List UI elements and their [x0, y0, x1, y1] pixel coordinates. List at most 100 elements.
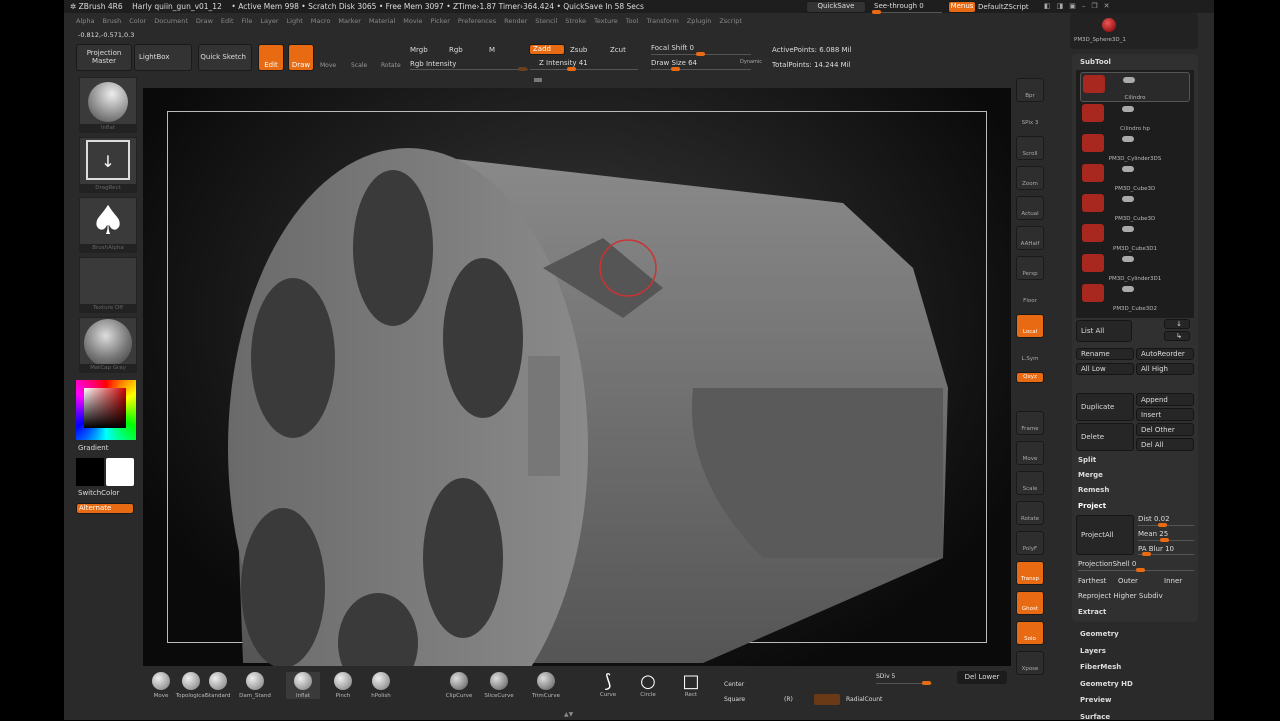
- move-down-button[interactable]: ↓: [1164, 319, 1190, 329]
- maximize-icon[interactable]: ❐: [1091, 2, 1103, 10]
- alpha-thumbnail[interactable]: ♠ BrushAlpha: [79, 197, 137, 253]
- texture-thumbnail[interactable]: Texture Off: [79, 257, 137, 313]
- subtool-item[interactable]: PM3D_Cylinder3D1: [1080, 252, 1190, 282]
- shelf-persp-button[interactable]: Persp: [1016, 256, 1044, 280]
- menu-render[interactable]: Render: [504, 17, 527, 25]
- del-lower-button[interactable]: Del Lower: [957, 671, 1007, 684]
- stroke-curve-button[interactable]: ⟆ Curve: [591, 672, 625, 699]
- shelf-ghost-button[interactable]: Ghost: [1016, 591, 1044, 615]
- rgb-button[interactable]: Rgb: [449, 46, 463, 54]
- minimize-icon[interactable]: –: [1082, 2, 1092, 10]
- visibility-toggle[interactable]: [1122, 256, 1134, 262]
- square-button[interactable]: Square: [724, 696, 745, 703]
- subtool-title[interactable]: SubTool: [1080, 58, 1111, 66]
- stroke-thumbnail[interactable]: ↓ DragRect: [79, 137, 137, 193]
- close-icon[interactable]: ✕: [1104, 2, 1116, 10]
- split-section[interactable]: Split: [1078, 456, 1096, 464]
- quicksave-button[interactable]: QuickSave: [806, 1, 866, 13]
- menu-marker[interactable]: Marker: [338, 17, 360, 25]
- del-all-button[interactable]: Del All: [1136, 438, 1194, 451]
- tool-section-fibermesh[interactable]: FiberMesh: [1080, 663, 1121, 671]
- lightbox-button[interactable]: LightBox: [134, 44, 192, 71]
- tool-section-geometry-hd[interactable]: Geometry HD: [1080, 680, 1133, 688]
- visibility-toggle[interactable]: [1122, 286, 1134, 292]
- menu-movie[interactable]: Movie: [403, 17, 422, 25]
- tool-section-layers[interactable]: Layers: [1080, 647, 1106, 655]
- tool-section-preview[interactable]: Preview: [1080, 696, 1112, 704]
- rotate-button[interactable]: Rotate: [381, 62, 401, 69]
- brush-slicecurve-button[interactable]: SliceCurve: [482, 672, 516, 699]
- zsub-button[interactable]: Zsub: [570, 46, 587, 54]
- inner-button[interactable]: Inner: [1164, 577, 1182, 585]
- duplicate-button[interactable]: Duplicate: [1076, 393, 1134, 421]
- menu-stencil[interactable]: Stencil: [535, 17, 557, 25]
- shelf-local-button[interactable]: Local: [1016, 314, 1044, 338]
- rename-button[interactable]: Rename: [1076, 348, 1134, 360]
- move-return-button[interactable]: ↳: [1164, 331, 1190, 341]
- menu-color[interactable]: Color: [129, 17, 146, 25]
- shelf-polyf-button[interactable]: PolyF: [1016, 531, 1044, 555]
- shelf-transp-button[interactable]: Transp: [1016, 561, 1044, 585]
- subtool-item[interactable]: Cilindro hp: [1080, 102, 1190, 132]
- zadd-button[interactable]: Zadd: [529, 44, 565, 55]
- shelf-floor-button[interactable]: Floor: [1016, 286, 1044, 308]
- stroke-rect-button[interactable]: □ Rect: [674, 672, 708, 699]
- brush-move-button[interactable]: Move: [144, 672, 178, 699]
- all-high-button[interactable]: All High: [1136, 363, 1194, 375]
- lock-icon[interactable]: ▣: [1069, 2, 1082, 10]
- window-controls[interactable]: ◧◨▣–❐✕: [1044, 2, 1116, 10]
- menu-alpha[interactable]: Alpha: [76, 17, 94, 25]
- menu-preferences[interactable]: Preferences: [458, 17, 496, 25]
- primary-color-swatch[interactable]: [76, 458, 104, 486]
- scale-button[interactable]: Scale: [351, 62, 367, 69]
- switch-color-button[interactable]: SwitchColor: [78, 489, 119, 497]
- subtool-item[interactable]: PM3D_Cube3D: [1080, 162, 1190, 192]
- brush-dam-stand-button[interactable]: Dam_Stand: [238, 672, 272, 699]
- shelf-solo-button[interactable]: Solo: [1016, 621, 1044, 645]
- insert-button[interactable]: Insert: [1136, 408, 1194, 421]
- autoreorder-button[interactable]: AutoReorder: [1136, 348, 1194, 360]
- quick-sketch-button[interactable]: Quick Sketch: [198, 44, 252, 71]
- list-all-button[interactable]: List All: [1076, 320, 1132, 342]
- menu-light[interactable]: Light: [287, 17, 303, 25]
- center-button[interactable]: Center: [724, 681, 744, 688]
- stroke-circle-button[interactable]: ○ Circle: [631, 672, 665, 699]
- append-button[interactable]: Append: [1136, 393, 1194, 406]
- all-low-button[interactable]: All Low: [1076, 363, 1134, 375]
- collapse-shelf-icon[interactable]: ▲▼: [564, 711, 573, 718]
- shelf-aahalf-button[interactable]: AAHalf: [1016, 226, 1044, 250]
- projection-shell-slider[interactable]: [1078, 568, 1194, 572]
- shelf-bpr-button[interactable]: Bpr: [1016, 78, 1044, 102]
- gradient-button[interactable]: Gradient: [78, 444, 108, 452]
- tool-preview[interactable]: PM3D_Sphere3D_1: [1070, 13, 1198, 49]
- menu-file[interactable]: File: [242, 17, 253, 25]
- menu-tool[interactable]: Tool: [626, 17, 639, 25]
- z-intensity-slider[interactable]: [530, 67, 638, 71]
- menu-edit[interactable]: Edit: [221, 17, 234, 25]
- visibility-toggle[interactable]: [1122, 196, 1134, 202]
- projection-master-button[interactable]: Projection Master: [76, 44, 132, 71]
- menu-macro[interactable]: Macro: [311, 17, 331, 25]
- shelf-move-button[interactable]: Move: [1016, 441, 1044, 465]
- brush-thumbnail[interactable]: Inflat: [79, 77, 137, 133]
- visibility-toggle[interactable]: [1122, 226, 1134, 232]
- menu-picker[interactable]: Picker: [431, 17, 450, 25]
- outer-button[interactable]: Outer: [1118, 577, 1138, 585]
- default-zscript-button[interactable]: DefaultZScript: [978, 3, 1029, 11]
- visibility-toggle[interactable]: [1123, 77, 1135, 83]
- brush-inflat-button[interactable]: Inflat: [286, 672, 320, 699]
- subtool-item[interactable]: Cilindro: [1080, 72, 1190, 102]
- focal-shift-slider[interactable]: [651, 52, 751, 56]
- color-picker[interactable]: [76, 380, 136, 440]
- dynamic-button[interactable]: Dynamic: [740, 59, 762, 65]
- shelf-frame-button[interactable]: Frame: [1016, 411, 1044, 435]
- rgb-intensity-slider[interactable]: [410, 67, 528, 71]
- subtool-item[interactable]: PM3D_Cube3D2: [1080, 282, 1190, 312]
- menu-transform[interactable]: Transform: [646, 17, 678, 25]
- tool-section-geometry[interactable]: Geometry: [1080, 630, 1119, 638]
- draw-button[interactable]: Draw: [288, 44, 314, 71]
- merge-section[interactable]: Merge: [1078, 471, 1103, 479]
- menu-layer[interactable]: Layer: [260, 17, 278, 25]
- mean-slider[interactable]: [1138, 538, 1194, 542]
- shelf-l-sym-button[interactable]: L.Sym: [1016, 344, 1044, 366]
